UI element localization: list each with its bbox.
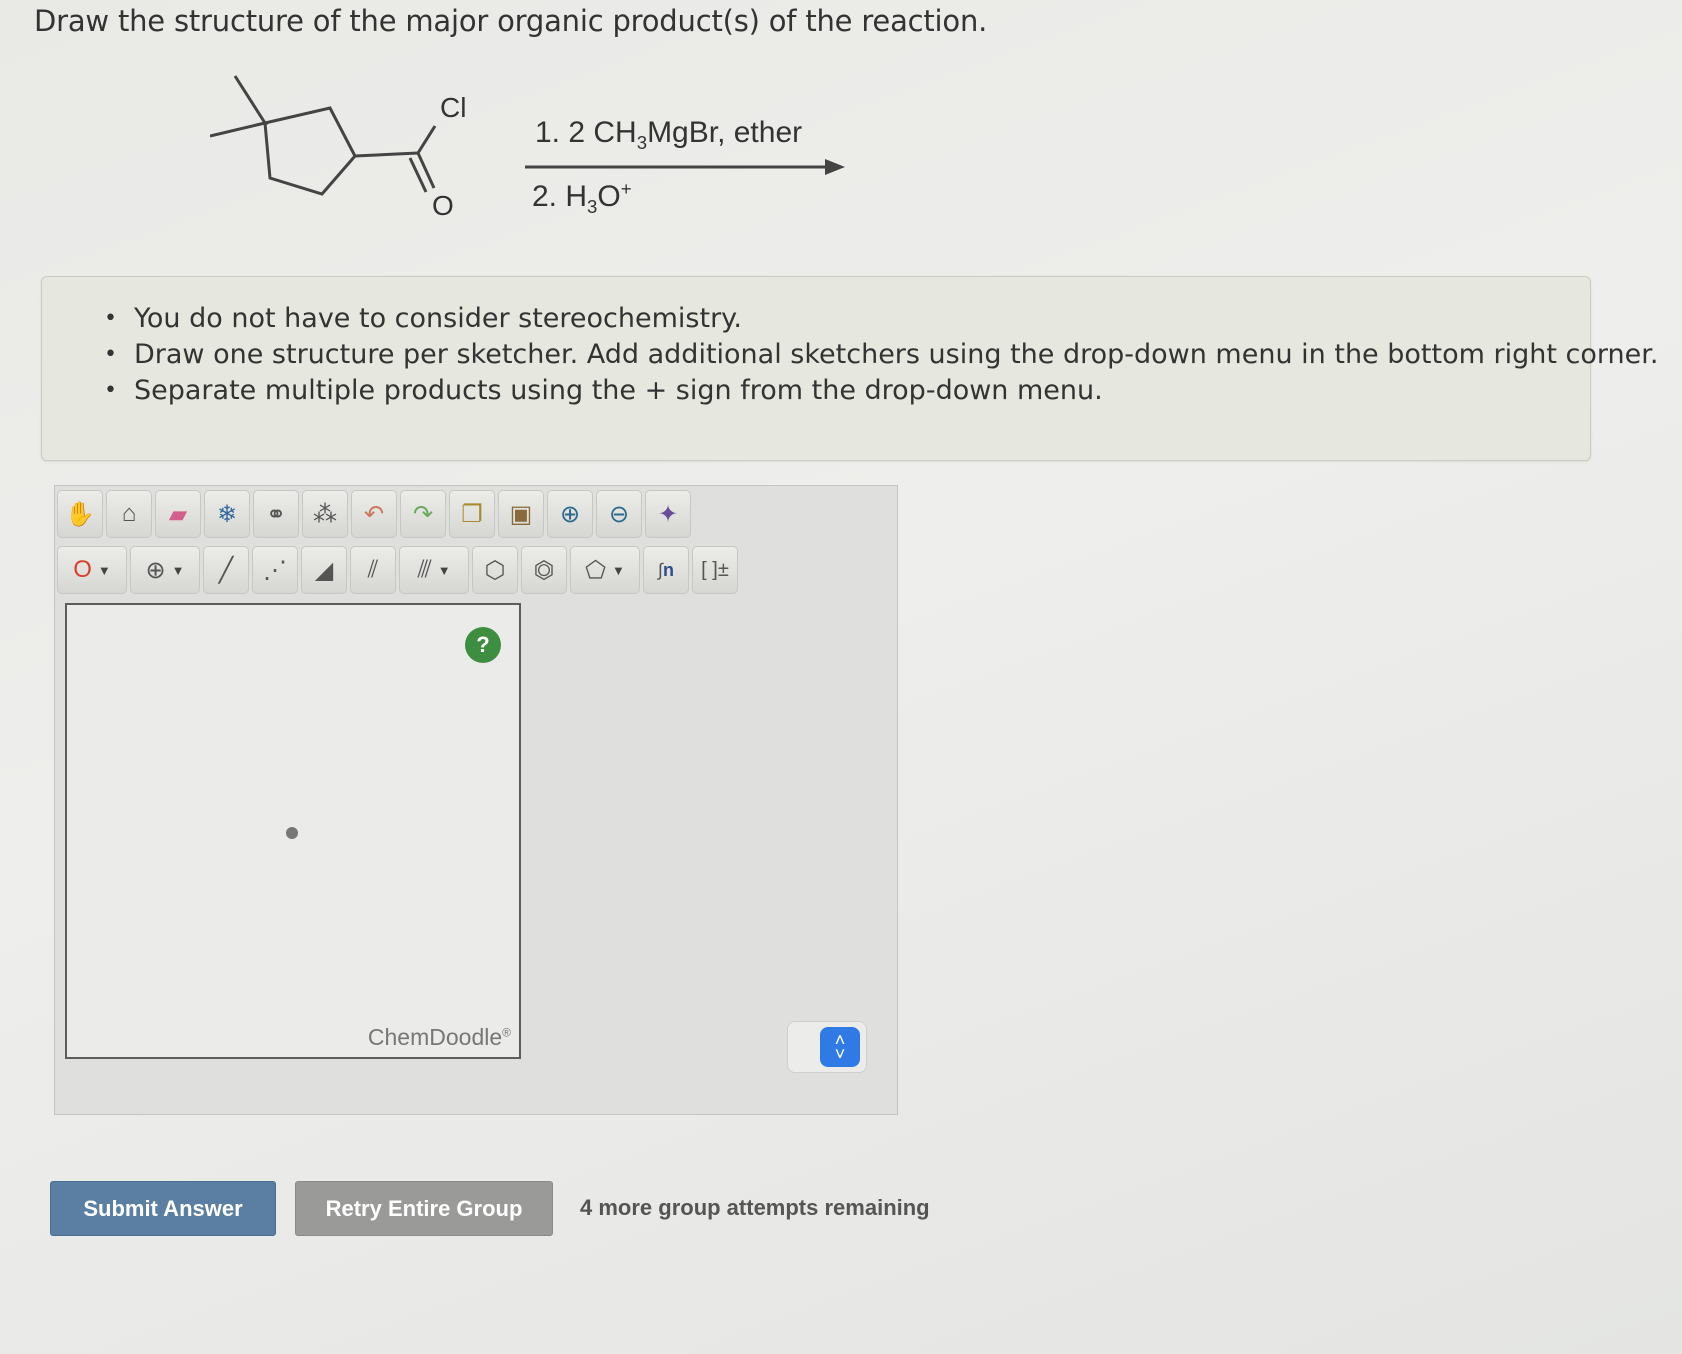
help-icon[interactable]: ? — [465, 627, 501, 663]
triple-bond-icon[interactable]: ⫻ ▼ — [399, 546, 469, 594]
lasso-icon[interactable]: ⌂ — [106, 490, 152, 538]
template-icon[interactable]: ❄ — [204, 490, 250, 538]
cyclopentane-icon[interactable]: ⬠ ▼ — [570, 546, 640, 594]
double-bond-icon[interactable]: ⫽ — [350, 546, 396, 594]
cyclohexane-icon[interactable]: ⬡ — [472, 546, 518, 594]
chevron-down-icon: ▼ — [611, 562, 625, 578]
chlorine-atom-label: Cl — [440, 92, 467, 123]
clean-icon[interactable]: ✦ — [645, 490, 691, 538]
reactant-structure — [210, 75, 845, 196]
instruction-item: Draw one structure per sketcher. Add add… — [104, 337, 1658, 373]
chevron-down-icon: ▼ — [437, 562, 451, 578]
dashed-bond-icon[interactable]: ⋰ — [252, 546, 298, 594]
molecule-icon[interactable]: ⁂ — [302, 490, 348, 538]
add-sketcher-dropdown[interactable]: ˄ ˅ — [787, 1021, 867, 1073]
copy-icon[interactable]: ❐ — [449, 490, 495, 538]
bracket-icon[interactable]: [ ]± — [692, 546, 738, 594]
chemdoodle-brand: ChemDoodle® — [367, 1024, 511, 1050]
toolbar-row-1: ✋ ⌂ ▰ ❄ ⚭ ⁂ ↶ ↷ ❐ ▣ ⊕ ⊖ ✦ — [57, 490, 694, 538]
eraser-icon[interactable]: ▰ — [155, 490, 201, 538]
reaction-scheme: Cl O 1. 2 CH3MgBr, ether 2. H3O+ — [210, 66, 860, 246]
instruction-item: You do not have to consider stereochemis… — [104, 301, 1658, 337]
benzene-icon[interactable]: ⏣ — [521, 546, 567, 594]
instructions-box: You do not have to consider stereochemis… — [41, 276, 1658, 461]
sketcher-canvas[interactable]: ? ChemDoodle® — [65, 603, 521, 1059]
zoom-out-icon[interactable]: ⊖ — [596, 490, 642, 538]
zoom-in-icon[interactable]: ⊕ — [547, 490, 593, 538]
question-text: Draw the structure of the major organic … — [34, 4, 988, 38]
polymer-icon[interactable]: ∫ n — [643, 546, 689, 594]
submit-answer-button[interactable]: Submit Answer — [50, 1181, 276, 1236]
oxygen-atom-label: O — [432, 190, 454, 221]
instruction-item: Separate multiple products using the + s… — [104, 373, 1658, 409]
retry-entire-group-button[interactable]: Retry Entire Group — [295, 1181, 553, 1236]
single-bond-icon[interactable]: ╱ — [203, 546, 249, 594]
undo-icon[interactable]: ↶ — [351, 490, 397, 538]
hand-icon[interactable]: ✋ — [57, 490, 103, 538]
instructions-list: You do not have to consider stereochemis… — [104, 301, 1658, 409]
chevron-down-icon: ▼ — [171, 562, 185, 578]
cursor-dot — [286, 827, 298, 839]
wedge-bond-icon[interactable]: ◢ — [301, 546, 347, 594]
chevron-down-icon: ▼ — [97, 562, 111, 578]
chevron-up-down-icon[interactable]: ˄ ˅ — [820, 1027, 860, 1067]
reagent-step-2: 2. H3O+ — [532, 178, 632, 217]
chain-icon[interactable]: ⚭ — [253, 490, 299, 538]
toolbar-row-2: O ▼ ⊕ ▼ ╱ ⋰ ◢ ⫽ ⫻ ▼ ⬡ ⏣ ⬠ ▼ ∫ n [ ]± — [57, 546, 741, 594]
attempts-remaining-text: 4 more group attempts remaining — [580, 1195, 930, 1220]
atom-selector[interactable]: O ▼ — [57, 546, 127, 594]
reagent-step-1: 1. 2 CH3MgBr, ether — [535, 116, 803, 153]
paste-icon[interactable]: ▣ — [498, 490, 544, 538]
charge-selector[interactable]: ⊕ ▼ — [130, 546, 200, 594]
chemdoodle-sketcher: ✋ ⌂ ▰ ❄ ⚭ ⁂ ↶ ↷ ❐ ▣ ⊕ ⊖ ✦ O ▼ ⊕ ▼ ╱ ⋰ ◢ ⫽ … — [54, 485, 898, 1115]
redo-icon[interactable]: ↷ — [400, 490, 446, 538]
